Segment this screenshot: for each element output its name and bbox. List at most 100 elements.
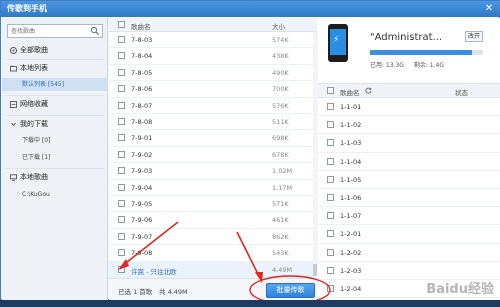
- column-name-header[interactable]: 歌曲名: [340, 87, 360, 97]
- row-checkbox[interactable]: [327, 212, 334, 220]
- sidebar-item-local-songs[interactable]: 本地歌曲: [2, 171, 108, 184]
- song-name: 7-8-03: [131, 36, 153, 44]
- scrollbar-thumb[interactable]: [313, 264, 317, 276]
- table-row[interactable]: 7-9-07 862K: [109, 229, 314, 246]
- song-name: 许嵩 - 只往北欧: [131, 267, 177, 276]
- row-checkbox[interactable]: [118, 134, 125, 142]
- row-checkbox[interactable]: [118, 68, 125, 76]
- search-input[interactable]: [11, 27, 89, 36]
- column-name-header[interactable]: 歌曲名: [131, 21, 151, 31]
- row-checkbox[interactable]: [327, 194, 334, 201]
- sidebar-item-my-downloads[interactable]: 我的下载: [2, 118, 108, 131]
- close-icon[interactable]: ✕: [482, 2, 496, 15]
- sidebar-item-downloaded[interactable]: 已下载 [1]: [2, 151, 108, 164]
- sidebar-item-downloading[interactable]: 下载中 [0]: [2, 134, 108, 147]
- column-size-header[interactable]: 大小: [272, 21, 285, 31]
- scrollbar[interactable]: [313, 32, 317, 278]
- table-row[interactable]: 1-1-06: [318, 189, 500, 208]
- title-bar: 传歌到手机 ✕: [1, 1, 500, 17]
- table-row[interactable]: 1-2-01: [318, 225, 500, 244]
- storage-bar-fill: [370, 50, 472, 55]
- storage-text: 已用: 13.3G 剩余: 1.4G: [370, 60, 444, 69]
- table-row[interactable]: 许嵩 - 只往北欧 4.49M: [109, 261, 314, 278]
- table-row[interactable]: 7-9-05 571K: [109, 196, 314, 213]
- row-checkbox[interactable]: [327, 157, 334, 165]
- table-row[interactable]: 7-8-04 438K: [109, 48, 314, 65]
- song-name: 1-1-01: [340, 103, 362, 111]
- total-size: 共 4.49M: [159, 288, 188, 296]
- row-checkbox[interactable]: [118, 101, 125, 109]
- table-row[interactable]: 7-9-04 1.17M: [109, 180, 314, 196]
- sidebar-item-default-list[interactable]: 默认列表 [545]: [2, 78, 108, 91]
- table-row[interactable]: 7-9-01 698K: [109, 130, 314, 147]
- sidebar-item-all-songs[interactable]: 全部歌曲: [2, 44, 108, 57]
- table-row[interactable]: 7-8-07 576K: [109, 98, 314, 114]
- search-box[interactable]: [7, 24, 103, 38]
- storage-bar: [370, 50, 483, 55]
- song-name: 7-8-05: [131, 68, 153, 77]
- row-checkbox[interactable]: [118, 118, 125, 125]
- device-list-header: 歌曲名 状态: [318, 84, 500, 98]
- song-name: 1-2-04: [340, 285, 362, 293]
- row-checkbox[interactable]: [118, 232, 125, 240]
- select-all-checkbox[interactable]: [118, 21, 125, 28]
- table-row[interactable]: 1-1-07: [318, 207, 500, 226]
- table-row[interactable]: 1-1-03: [318, 134, 500, 153]
- song-name: 1-2-01: [340, 230, 362, 239]
- song-name: 1-1-05: [340, 175, 362, 184]
- row-checkbox[interactable]: [327, 248, 334, 256]
- table-row[interactable]: 1-1-01: [318, 98, 500, 117]
- row-checkbox[interactable]: [327, 230, 334, 238]
- sidebar-item-kugou-folder[interactable]: C:\KuGou: [2, 188, 108, 201]
- song-name: 1-1-04: [340, 157, 362, 166]
- sidebar-item-label: C:\KuGou: [22, 191, 50, 198]
- table-row[interactable]: 1-2-02: [318, 244, 500, 262]
- row-checkbox[interactable]: [118, 150, 125, 158]
- row-checkbox[interactable]: [118, 36, 125, 43]
- song-name: 7-9-03: [131, 167, 153, 176]
- song-size: 700K: [272, 85, 289, 94]
- table-row[interactable]: 7-9-03 1.02M: [109, 163, 314, 180]
- row-checkbox[interactable]: [327, 121, 334, 129]
- row-checkbox[interactable]: [327, 103, 334, 110]
- table-row[interactable]: 7-9-08 543K: [109, 245, 314, 262]
- search-icon[interactable]: [90, 26, 100, 36]
- table-row[interactable]: 1-1-04: [318, 153, 500, 171]
- table-row[interactable]: 1-1-05: [318, 171, 500, 189]
- sidebar-item-label: 本地列表: [20, 64, 48, 72]
- song-name: 7-9-08: [131, 249, 153, 258]
- row-checkbox[interactable]: [327, 266, 334, 274]
- row-checkbox[interactable]: [118, 85, 125, 93]
- sidebar: 全部歌曲 本地列表 默认列表 [545] 网络收藏 我的下载 下载中 [0] 已…: [2, 18, 108, 300]
- row-checkbox[interactable]: [118, 264, 125, 273]
- taskbar: [0, 300, 500, 307]
- song-name: 7-8-06: [131, 85, 153, 94]
- device-select-all-checkbox[interactable]: [327, 87, 334, 94]
- table-row[interactable]: 7-9-06 461K: [109, 212, 314, 229]
- row-checkbox[interactable]: [327, 285, 334, 292]
- divider: [6, 168, 104, 169]
- table-row[interactable]: 7-8-08 511K: [109, 114, 314, 131]
- row-checkbox[interactable]: [118, 167, 125, 175]
- row-checkbox[interactable]: [118, 200, 125, 207]
- row-checkbox[interactable]: [327, 139, 334, 147]
- row-checkbox[interactable]: [118, 216, 125, 224]
- song-size: 1.17M: [272, 183, 293, 192]
- song-size: 543K: [272, 249, 289, 258]
- table-row[interactable]: 7-8-05 490K: [109, 65, 314, 82]
- row-checkbox[interactable]: [118, 249, 125, 257]
- refresh-icon[interactable]: [365, 87, 372, 94]
- song-name: 1-1-03: [340, 139, 362, 148]
- row-checkbox[interactable]: [118, 52, 125, 60]
- sidebar-item-network-favorites[interactable]: 网络收藏: [2, 98, 108, 111]
- batch-transfer-button[interactable]: 批量传歌: [266, 283, 315, 298]
- sidebar-item-local-lists[interactable]: 本地列表: [2, 62, 108, 75]
- table-row[interactable]: 7-8-06 700K: [109, 81, 314, 98]
- row-checkbox[interactable]: [118, 183, 125, 191]
- device-info: ⚡ "Administrat... 改开 已用: 13.3G 剩余: 1.4G: [318, 18, 500, 84]
- row-checkbox[interactable]: [327, 175, 334, 183]
- table-row[interactable]: 7-8-03 574K: [109, 32, 314, 49]
- rename-button[interactable]: 改开: [465, 31, 483, 42]
- table-row[interactable]: 1-1-02: [318, 116, 500, 135]
- table-row[interactable]: 7-9-02 678K: [109, 147, 314, 164]
